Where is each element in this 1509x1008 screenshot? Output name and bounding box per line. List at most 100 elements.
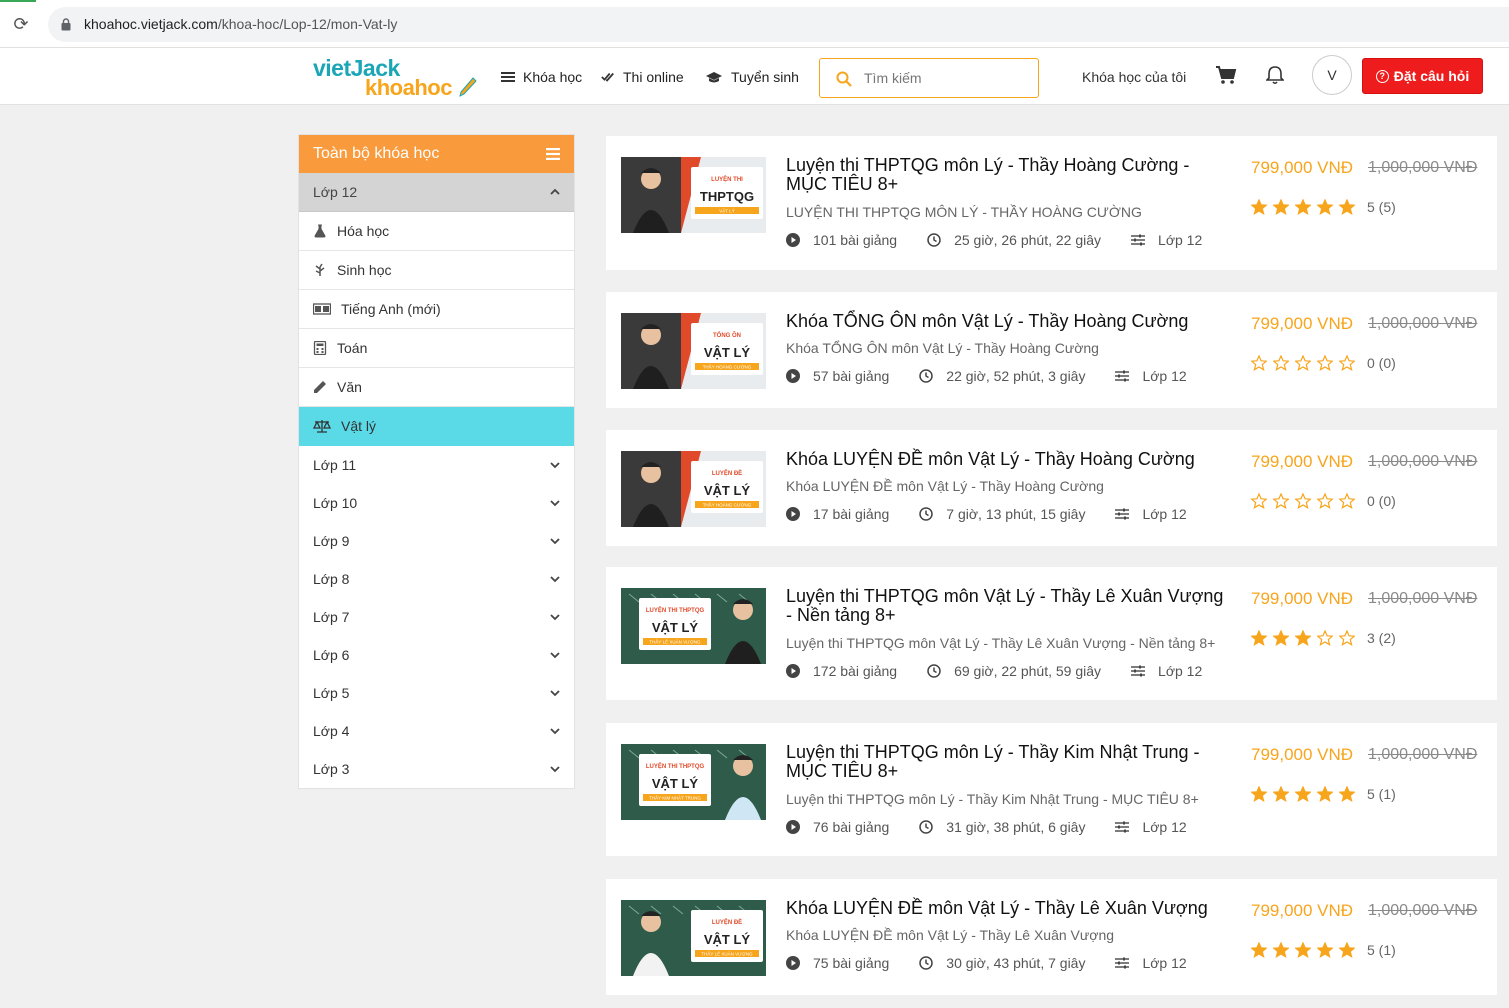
nav-courses[interactable]: Khóa học: [501, 69, 582, 85]
course-card[interactable]: LUYỆN ĐỀ VẬT LÝ THẦY LÊ XUÂN VƯỢNG Khóa LUY…: [606, 879, 1497, 995]
course-card[interactable]: LUYỆN THI THPTQG VẬT LÝ Luyện thi THPTQG mô…: [606, 136, 1497, 270]
subject-label: Vật lý: [341, 418, 377, 434]
course-thumbnail[interactable]: LUYỆN THI THPTQG VẬT LÝ THẦY KIM NHẬT TRUN…: [621, 744, 766, 820]
rating-text: 5 (1): [1367, 786, 1396, 802]
course-thumbnail[interactable]: LUYỆN THI THPTQG VẬT LÝ: [621, 157, 766, 233]
grade-label: Lớp 7: [313, 609, 350, 625]
course-price: 799,000 VNĐ: [1251, 158, 1354, 177]
course-title[interactable]: Khóa LUYỆN ĐỀ môn Vật Lý - Thầy Lê Xuân …: [786, 899, 1231, 918]
ask-question-button[interactable]: ? Đặt câu hỏi: [1362, 58, 1483, 94]
sidebar-item-tieng-anh[interactable]: Tiếng Anh (mới): [299, 290, 574, 329]
reload-icon[interactable]: ⟳: [10, 14, 32, 36]
svg-text:VẬT LÝ: VẬT LÝ: [652, 776, 699, 791]
course-subtitle: Khóa LUYỆN ĐỀ môn Vật Lý - Thầy Lê Xuân …: [786, 927, 1115, 943]
grade-label: Lớp 9: [313, 533, 350, 549]
nav-online-test[interactable]: Thi online: [601, 69, 684, 85]
course-card[interactable]: LUYỆN ĐỀ VẬT LÝ THẦY HOÀNG CƯỜNG Khóa LUYỆN…: [606, 430, 1497, 546]
course-thumbnail[interactable]: LUYỆN THI THPTQG VẬT LÝ THẦY LÊ XUÂN VƯỢNG: [621, 588, 766, 664]
nav-admissions[interactable]: Tuyển sinh: [705, 69, 799, 85]
course-price: 799,000 VNĐ: [1251, 589, 1354, 608]
url-text[interactable]: khoahoc.vietjack.com/khoa-hoc/Lop-12/mon…: [84, 16, 397, 32]
address-bar[interactable]: khoahoc.vietjack.com/khoa-hoc/Lop-12/mon…: [48, 7, 1509, 42]
course-card[interactable]: TỔNG ÔN VẬT LÝ THẦY HOÀNG CƯỜNG Khóa TỔNG Ô…: [606, 292, 1497, 408]
svg-text:LUYỆN THI THPTQG: LUYỆN THI THPTQG: [646, 762, 705, 770]
sidebar-grade-row[interactable]: Lớp 11: [299, 446, 574, 484]
svg-text:THẦY LÊ XUÂN VƯỢNG: THẦY LÊ XUÂN VƯỢNG: [649, 638, 701, 645]
star-filled-icon: [1295, 199, 1311, 215]
course-thumbnail[interactable]: TỔNG ÔN VẬT LÝ THẦY HOÀNG CƯỜNG: [621, 313, 766, 389]
course-card[interactable]: LUYỆN THI THPTQG VẬT LÝ THẦY KIM NHẬT TRUN…: [606, 723, 1497, 856]
star-filled-icon: [1317, 942, 1333, 958]
search-input[interactable]: [864, 67, 1034, 89]
hamburger-icon[interactable]: [546, 148, 560, 160]
sliders-icon: [1115, 957, 1130, 969]
course-thumbnail[interactable]: LUYỆN ĐỀ VẬT LÝ THẦY HOÀNG CƯỜNG: [621, 451, 766, 527]
thumbnail-art: LUYỆN THI THPTQG VẬT LÝ THẦY KIM NHẬT TRUN…: [621, 744, 766, 820]
avatar[interactable]: V: [1312, 55, 1352, 95]
course-price: 799,000 VNĐ: [1251, 452, 1354, 471]
course-card[interactable]: LUYỆN THI THPTQG VẬT LÝ THẦY LÊ XUÂN VƯỢNG…: [606, 567, 1497, 700]
sidebar-item-hoa-hoc[interactable]: Hóa học: [299, 212, 574, 251]
sidebar-grade-row[interactable]: Lớp 7: [299, 598, 574, 636]
star-filled-icon: [1273, 630, 1289, 646]
course-subtitle: Khóa LUYỆN ĐỀ môn Vật Lý - Thầy Hoàng Cư…: [786, 478, 1104, 494]
star-empty-icon: [1295, 493, 1311, 509]
sidebar-grade-row[interactable]: Lớp 8: [299, 560, 574, 598]
sidebar-item-toan[interactable]: Toán: [299, 329, 574, 368]
grade-label: Lớp 11: [313, 457, 357, 473]
sidebar-grade-12[interactable]: Lớp 12: [299, 173, 574, 212]
cart-icon[interactable]: [1215, 65, 1237, 85]
bell-icon[interactable]: [1266, 65, 1284, 85]
star-filled-icon: [1251, 199, 1267, 215]
sidebar-item-van[interactable]: Văn: [299, 368, 574, 407]
course-title[interactable]: Luyện thi THPTQG môn Lý - Thầy Kim Nhật …: [786, 743, 1231, 781]
site-logo[interactable]: vietJack khoahoc: [313, 55, 478, 100]
sidebar-grade-row[interactable]: Lớp 9: [299, 522, 574, 560]
lesson-count: 57 bài giảng: [813, 368, 890, 384]
svg-text:VẬT LÝ: VẬT LÝ: [704, 345, 751, 360]
course-price: 799,000 VNĐ: [1251, 901, 1354, 920]
sliders-icon: [1131, 234, 1146, 246]
sliders-icon: [1131, 665, 1146, 677]
nav-admissions-label: Tuyển sinh: [731, 69, 799, 85]
my-courses-link[interactable]: Khóa học của tôi: [1082, 69, 1186, 85]
course-price: 799,000 VNĐ: [1251, 314, 1354, 333]
pencil-icon: [314, 381, 326, 393]
course-thumbnail[interactable]: LUYỆN ĐỀ VẬT LÝ THẦY LÊ XUÂN VƯỢNG: [621, 900, 766, 976]
sidebar-item-vat-ly[interactable]: Vật lý: [299, 407, 574, 446]
search-icon[interactable]: [836, 71, 852, 87]
course-title[interactable]: Khóa LUYỆN ĐỀ môn Vật Lý - Thầy Hoàng Cư…: [786, 450, 1231, 469]
sliders-icon: [1115, 821, 1130, 833]
sidebar-grade-row[interactable]: Lớp 3: [299, 750, 574, 788]
thumbnail-art: LUYỆN THI THPTQG VẬT LÝ THẦY LÊ XUÂN VƯỢNG: [621, 588, 766, 664]
subject-label: Toán: [337, 340, 368, 356]
svg-text:VẬT LÝ: VẬT LÝ: [652, 620, 699, 635]
sidebar-grade-row[interactable]: Lớp 5: [299, 674, 574, 712]
sidebar-title: Toàn bộ khóa học: [313, 145, 440, 162]
double-check-icon: [601, 72, 614, 82]
star-filled-icon: [1295, 786, 1311, 802]
lesson-count: 75 bài giảng: [813, 955, 890, 971]
lesson-count: 101 bài giảng: [813, 232, 898, 248]
star-filled-icon: [1251, 942, 1267, 958]
chevron-up-icon: [550, 188, 560, 195]
course-subtitle: Luyện thi THPTQG môn Lý - Thầy Kim Nhật …: [786, 791, 1199, 807]
clock-icon: [927, 233, 941, 247]
sidebar-grade-row[interactable]: Lớp 6: [299, 636, 574, 674]
course-old-price: 1,000,000 VNĐ: [1368, 159, 1478, 176]
logo-pencil-icon: [459, 77, 477, 97]
site-header: vietJack khoahoc Khóa học Thi online Tuy…: [0, 48, 1509, 105]
course-title[interactable]: Khóa TỔNG ÔN môn Vật Lý - Thầy Hoàng Cườ…: [786, 312, 1231, 331]
search-box: [819, 58, 1039, 98]
course-title[interactable]: Luyện thi THPTQG môn Vật Lý - Thầy Lê Xu…: [786, 587, 1231, 625]
course-sidebar: Toàn bộ khóa học Lớp 12 Hóa học Sinh học…: [298, 134, 575, 789]
loading-progress: [0, 0, 36, 2]
course-title[interactable]: Luyện thi THPTQG môn Lý - Thầy Hoàng Cườ…: [786, 156, 1231, 194]
sidebar-grade-row[interactable]: Lớp 4: [299, 712, 574, 750]
course-duration: 7 giờ, 13 phút, 15 giây: [946, 506, 1086, 522]
sidebar-item-sinh-hoc[interactable]: Sinh học: [299, 251, 574, 290]
sidebar-header[interactable]: Toàn bộ khóa học: [299, 135, 574, 173]
graduation-cap-icon: [706, 72, 722, 83]
play-circle-icon: [786, 664, 800, 678]
sidebar-grade-row[interactable]: Lớp 10: [299, 484, 574, 522]
